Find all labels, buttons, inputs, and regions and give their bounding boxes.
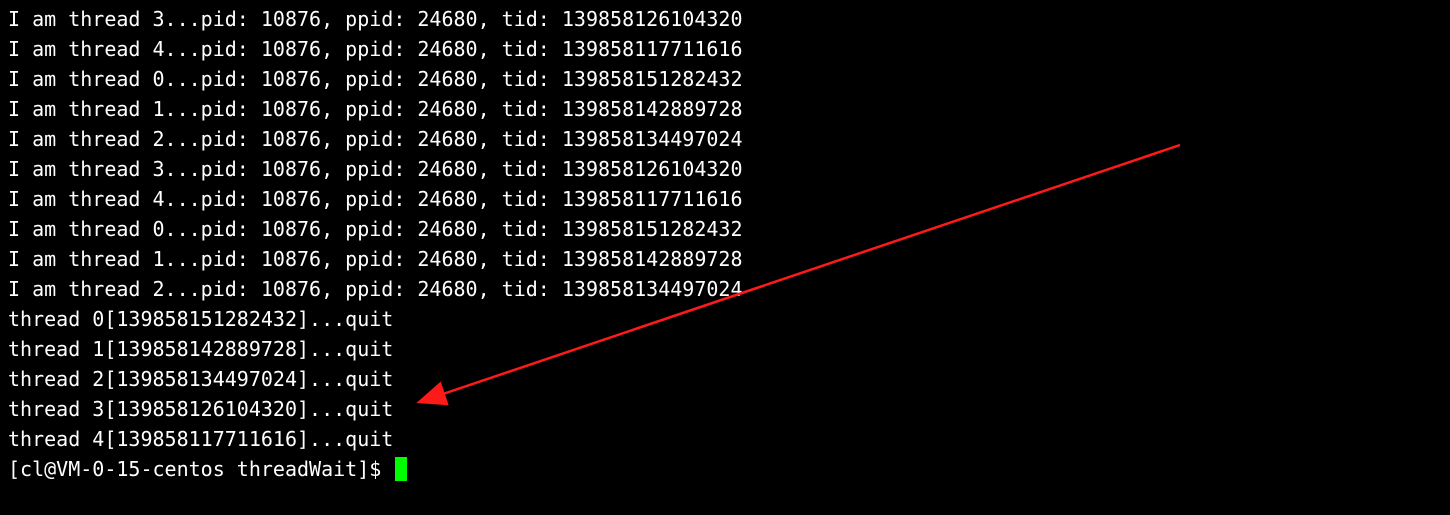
- output-line: thread 4[139858117711616]...quit: [8, 424, 1442, 454]
- output-line: I am thread 3...pid: 10876, ppid: 24680,…: [8, 154, 1442, 184]
- output-line: thread 3[139858126104320]...quit: [8, 394, 1442, 424]
- output-line: I am thread 1...pid: 10876, ppid: 24680,…: [8, 244, 1442, 274]
- output-line: I am thread 2...pid: 10876, ppid: 24680,…: [8, 124, 1442, 154]
- output-line: thread 0[139858151282432]...quit: [8, 304, 1442, 334]
- terminal-output[interactable]: I am thread 3...pid: 10876, ppid: 24680,…: [8, 4, 1442, 484]
- output-line: I am thread 3...pid: 10876, ppid: 24680,…: [8, 4, 1442, 34]
- output-line: I am thread 1...pid: 10876, ppid: 24680,…: [8, 94, 1442, 124]
- output-line: I am thread 2...pid: 10876, ppid: 24680,…: [8, 274, 1442, 304]
- output-line: I am thread 0...pid: 10876, ppid: 24680,…: [8, 64, 1442, 94]
- cursor-block: [395, 457, 407, 481]
- output-line: thread 1[139858142889728]...quit: [8, 334, 1442, 364]
- output-line: I am thread 0...pid: 10876, ppid: 24680,…: [8, 214, 1442, 244]
- output-line: thread 2[139858134497024]...quit: [8, 364, 1442, 394]
- prompt-line[interactable]: [cl@VM-0-15-centos threadWait]$: [8, 454, 1442, 484]
- output-line: I am thread 4...pid: 10876, ppid: 24680,…: [8, 184, 1442, 214]
- shell-prompt: [cl@VM-0-15-centos threadWait]$: [8, 454, 393, 484]
- output-line: I am thread 4...pid: 10876, ppid: 24680,…: [8, 34, 1442, 64]
